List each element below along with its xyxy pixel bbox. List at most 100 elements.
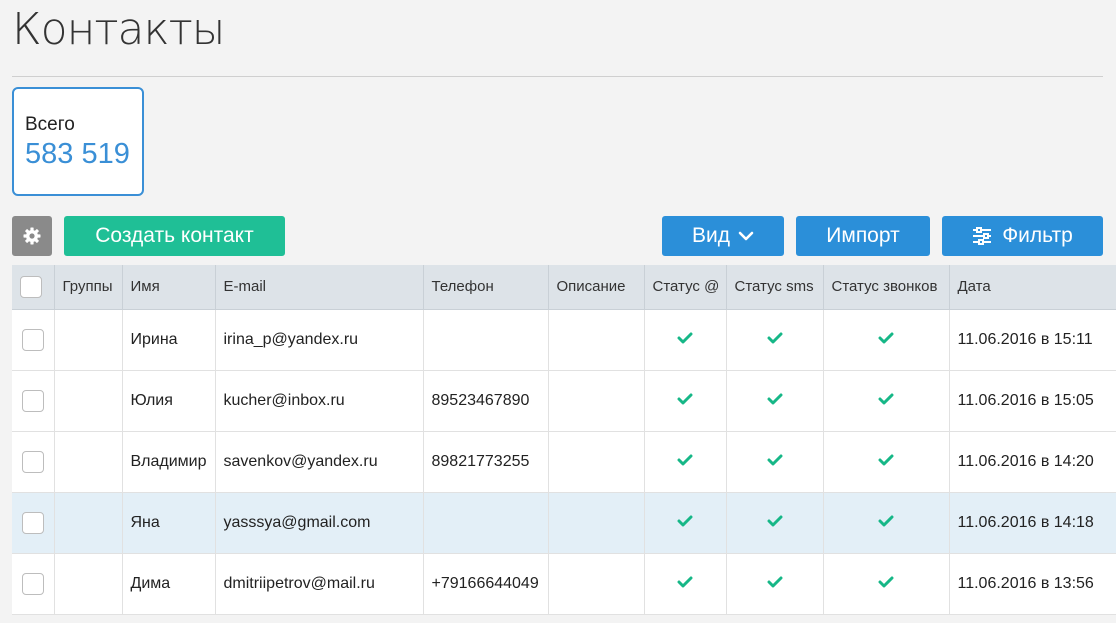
- status-email-cell: [644, 370, 727, 432]
- name-cell[interactable]: Владимир: [122, 431, 216, 493]
- row-select-cell: [12, 553, 55, 615]
- description-cell: [548, 431, 645, 493]
- sliders-icon: [972, 227, 992, 245]
- description-cell: [548, 492, 645, 554]
- status-sms-cell: [726, 553, 824, 615]
- settings-button[interactable]: [12, 216, 52, 256]
- check-icon: [677, 393, 693, 405]
- total-contacts-card[interactable]: Всего 583 519: [12, 87, 144, 196]
- group-cell: [54, 492, 123, 554]
- status-calls-cell: [823, 309, 950, 371]
- table-row[interactable]: Яна yasssya@gmail.com 11.06.2016 в 14:18: [12, 492, 1116, 554]
- check-icon: [767, 332, 783, 344]
- table-header-row: Группы Имя E-mail Телефон Описание Стату…: [12, 265, 1116, 310]
- column-header-groups[interactable]: Группы: [54, 265, 123, 310]
- status-email-cell: [644, 492, 727, 554]
- row-select-cell: [12, 309, 55, 371]
- check-icon: [878, 515, 894, 527]
- view-dropdown-button[interactable]: Вид: [662, 216, 784, 256]
- date-cell: 11.06.2016 в 15:11: [949, 309, 1116, 371]
- group-cell: [54, 553, 123, 615]
- date-cell: 11.06.2016 в 14:20: [949, 431, 1116, 493]
- check-icon: [677, 332, 693, 344]
- table-row[interactable]: Владимир savenkov@yandex.ru 89821773255 11.…: [12, 431, 1116, 493]
- name-cell[interactable]: Юлия: [122, 370, 216, 432]
- date-cell: 11.06.2016 в 15:05: [949, 370, 1116, 432]
- contacts-table: Группы Имя E-mail Телефон Описание Стату…: [12, 265, 1116, 615]
- row-checkbox[interactable]: [21, 511, 44, 534]
- table-row[interactable]: Дима dmitriipetrov@mail.ru +79166644049 11.…: [12, 553, 1116, 615]
- filter-label: Фильтр: [1002, 224, 1073, 247]
- status-email-cell: [644, 431, 727, 493]
- status-sms-cell: [726, 309, 824, 371]
- date-cell: 11.06.2016 в 14:18: [949, 492, 1116, 554]
- column-header-status-calls[interactable]: Статус звонков: [823, 265, 950, 310]
- select-all-checkbox[interactable]: [20, 275, 42, 298]
- group-cell: [54, 309, 123, 371]
- status-sms-cell: [726, 492, 824, 554]
- email-link[interactable]: irina_p@yandex.ru: [215, 309, 424, 371]
- row-checkbox[interactable]: [21, 328, 44, 351]
- check-icon: [767, 576, 783, 588]
- select-all-cell: [12, 265, 55, 310]
- status-calls-cell: [823, 431, 950, 493]
- title-divider: [12, 76, 1103, 77]
- check-icon: [767, 515, 783, 527]
- column-header-description[interactable]: Описание: [548, 265, 645, 310]
- check-icon: [878, 393, 894, 405]
- column-header-name[interactable]: Имя: [122, 265, 216, 310]
- name-cell[interactable]: Ирина: [122, 309, 216, 371]
- email-link[interactable]: dmitriipetrov@mail.ru: [215, 553, 424, 615]
- check-icon: [767, 454, 783, 466]
- check-icon: [677, 515, 693, 527]
- row-checkbox[interactable]: [21, 572, 44, 595]
- create-contact-button[interactable]: Создать контакт: [64, 216, 285, 256]
- total-label: Всего: [25, 114, 75, 135]
- column-header-status-sms[interactable]: Статус sms: [726, 265, 824, 310]
- filter-button[interactable]: Фильтр: [942, 216, 1103, 256]
- column-header-date[interactable]: Дата: [949, 265, 1116, 310]
- description-cell: [548, 309, 645, 371]
- row-select-cell: [12, 370, 55, 432]
- column-header-phone[interactable]: Телефон: [423, 265, 549, 310]
- row-checkbox[interactable]: [21, 389, 44, 412]
- import-label: Импорт: [826, 224, 900, 247]
- check-icon: [878, 454, 894, 466]
- check-icon: [878, 332, 894, 344]
- phone-cell: 89523467890: [423, 370, 549, 432]
- group-cell: [54, 431, 123, 493]
- email-link[interactable]: yasssya@gmail.com: [215, 492, 424, 554]
- phone-cell: [423, 492, 549, 554]
- status-calls-cell: [823, 492, 950, 554]
- phone-cell: 89821773255: [423, 431, 549, 493]
- group-cell: [54, 370, 123, 432]
- name-cell[interactable]: Яна: [122, 492, 216, 554]
- column-header-status-email[interactable]: Статус @: [644, 265, 727, 310]
- name-cell[interactable]: Дима: [122, 553, 216, 615]
- page-title: Контакты: [12, 4, 225, 55]
- status-calls-cell: [823, 370, 950, 432]
- chevron-down-icon: [738, 231, 754, 241]
- row-select-cell: [12, 431, 55, 493]
- check-icon: [677, 454, 693, 466]
- import-button[interactable]: Импорт: [796, 216, 930, 256]
- create-contact-label: Создать контакт: [95, 224, 254, 247]
- phone-cell: [423, 309, 549, 371]
- description-cell: [548, 553, 645, 615]
- row-checkbox[interactable]: [21, 450, 44, 473]
- check-icon: [677, 576, 693, 588]
- status-email-cell: [644, 553, 727, 615]
- status-email-cell: [644, 309, 727, 371]
- table-row[interactable]: Ирина irina_p@yandex.ru 11.06.2016 в 15:11: [12, 309, 1116, 371]
- status-sms-cell: [726, 370, 824, 432]
- email-link[interactable]: kucher@inbox.ru: [215, 370, 424, 432]
- column-header-email[interactable]: E-mail: [215, 265, 424, 310]
- check-icon: [878, 576, 894, 588]
- row-select-cell: [12, 492, 55, 554]
- date-cell: 11.06.2016 в 13:56: [949, 553, 1116, 615]
- phone-cell: +79166644049: [423, 553, 549, 615]
- status-calls-cell: [823, 553, 950, 615]
- gear-icon: [22, 226, 42, 246]
- table-row[interactable]: Юлия kucher@inbox.ru 89523467890 11.06.2016…: [12, 370, 1116, 432]
- email-link[interactable]: savenkov@yandex.ru: [215, 431, 424, 493]
